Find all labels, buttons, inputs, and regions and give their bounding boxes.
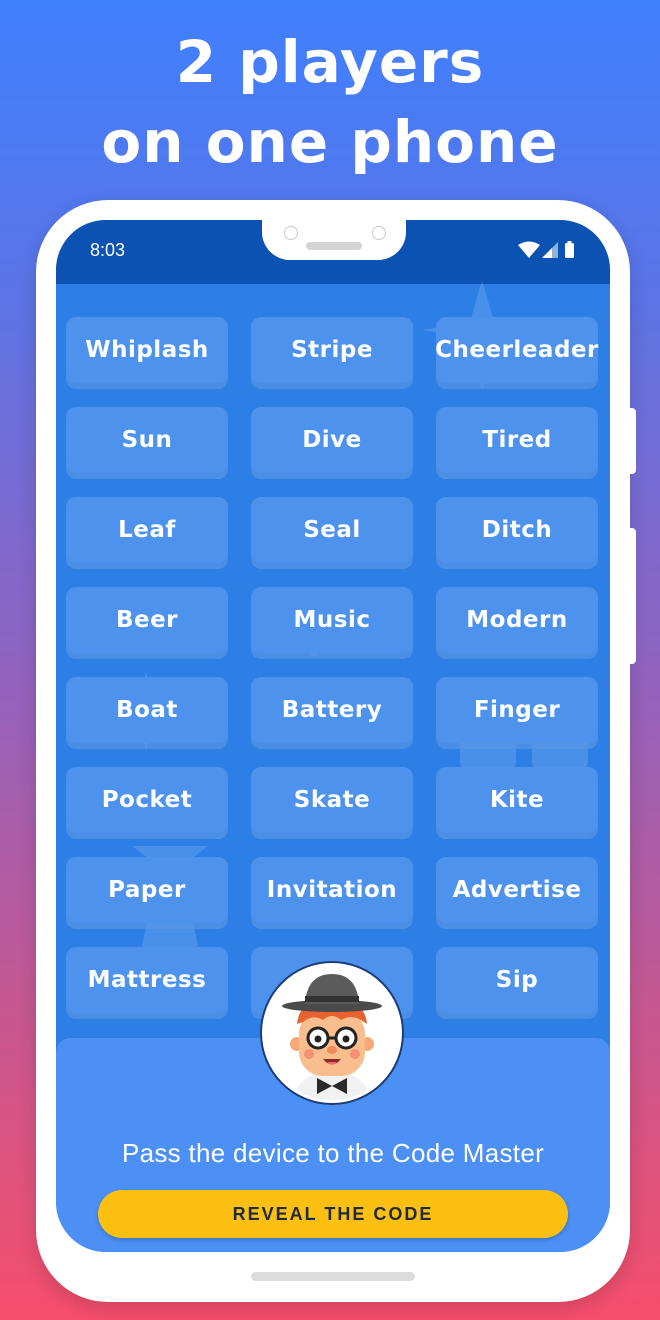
word-card[interactable]: Boat	[66, 677, 228, 743]
word-card[interactable]: Modern	[436, 587, 598, 653]
camera-notch	[262, 220, 406, 260]
code-master-avatar	[262, 963, 402, 1103]
word-card[interactable]: Pocket	[66, 767, 228, 833]
wifi-icon	[518, 241, 540, 258]
word-card[interactable]: Invitation	[251, 857, 413, 923]
word-card[interactable]: Beer	[66, 587, 228, 653]
word-card[interactable]: Sip	[436, 947, 598, 1013]
headline-line-2: on one phone	[101, 108, 559, 176]
home-indicator[interactable]	[251, 1272, 415, 1281]
battery-icon	[565, 241, 574, 258]
word-card[interactable]: Advertise	[436, 857, 598, 923]
power-button	[628, 528, 636, 664]
word-card[interactable]: Sun	[66, 407, 228, 473]
word-card[interactable]: Leaf	[66, 497, 228, 563]
word-card[interactable]: Skate	[251, 767, 413, 833]
status-icons	[518, 241, 574, 258]
word-card[interactable]: Cheerleader	[435, 317, 598, 383]
word-card[interactable]: Music	[251, 587, 413, 653]
front-camera-icon	[284, 226, 298, 240]
word-card[interactable]: Paper	[66, 857, 228, 923]
reveal-code-button[interactable]: REVEAL THE CODE	[98, 1190, 568, 1238]
word-card[interactable]: Stripe	[251, 317, 413, 383]
volume-button	[628, 408, 636, 474]
headline-line-1: 2 players	[175, 28, 485, 96]
sensor-icon	[372, 226, 386, 240]
signal-icon	[542, 242, 558, 258]
word-card[interactable]: Tired	[436, 407, 598, 473]
phone-screen: 8:03 Whiplash Stripe Cheerleader Sun Dive Tir…	[56, 220, 610, 1252]
word-card[interactable]: Seal	[251, 497, 413, 563]
status-time: 8:03	[90, 240, 126, 260]
word-card[interactable]: Mattress	[66, 947, 228, 1013]
word-card[interactable]: Battery	[251, 677, 413, 743]
word-card[interactable]: Whiplash	[66, 317, 228, 383]
word-card[interactable]: Kite	[436, 767, 598, 833]
word-card[interactable]: Dive	[251, 407, 413, 473]
detective-character-icon	[282, 974, 382, 1100]
earpiece-speaker	[306, 242, 362, 250]
word-card[interactable]: Ditch	[436, 497, 598, 563]
word-card[interactable]: Finger	[436, 677, 598, 743]
pass-device-prompt: Pass the device to the Code Master	[121, 1138, 545, 1168]
